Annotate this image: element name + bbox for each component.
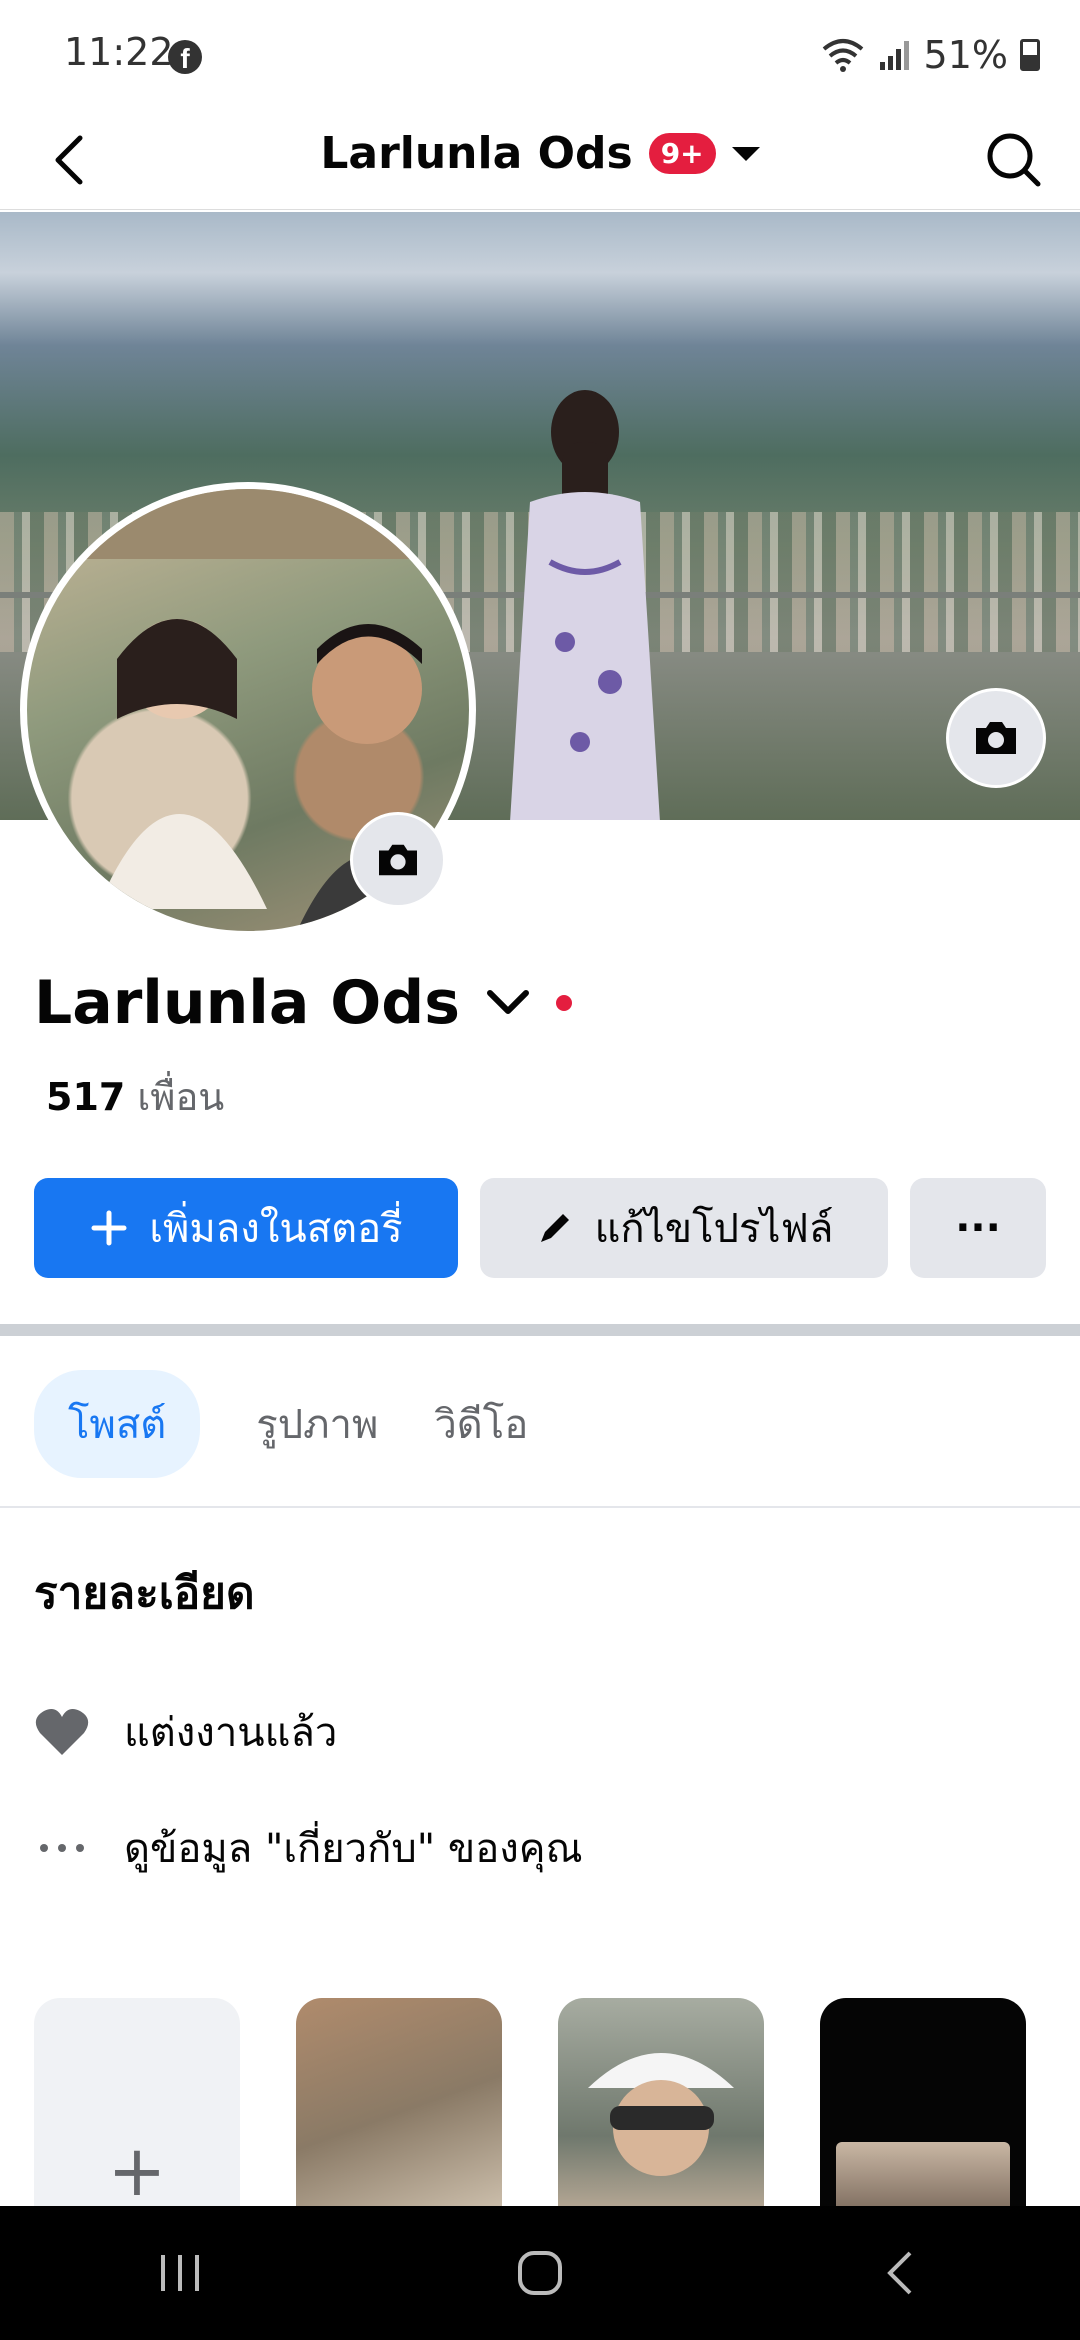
facebook-icon: f <box>168 40 202 74</box>
plus-icon <box>91 1210 127 1246</box>
edit-profile-label: แก้ไขโปรไฟล์ <box>594 1206 834 1252</box>
battery-icon <box>1020 39 1040 71</box>
chevron-down-icon <box>731 146 760 161</box>
friends-label: เพื่อน <box>137 1075 225 1119</box>
tabs-divider <box>0 1506 1080 1508</box>
story-thumbnail <box>588 2053 734 2176</box>
edit-profile-button[interactable]: แก้ไขโปรไฟล์ <box>480 1178 888 1278</box>
story-card[interactable] <box>558 1998 764 2228</box>
detail-about-link[interactable]: ดูข้อมูล "เกี่ยวกับ" ของคุณ <box>34 1816 583 1880</box>
camera-icon <box>976 722 1016 754</box>
profile-name: Larlunla Ods <box>34 968 460 1038</box>
signal-icon <box>879 41 909 70</box>
system-nav-bar <box>0 2206 1080 2340</box>
friends-count[interactable]: 517 เพื่อน <box>46 1066 224 1127</box>
status-time: 11:22 <box>64 30 174 74</box>
camera-icon <box>379 844 417 876</box>
avatar-camera-button[interactable] <box>350 812 446 908</box>
add-story-card[interactable]: + <box>34 1998 240 2228</box>
profile-switcher[interactable]: Larlunla Ods 9+ <box>0 128 1080 179</box>
chevron-down-icon[interactable] <box>482 983 534 1023</box>
story-card[interactable] <box>820 1998 1026 2228</box>
back-icon <box>887 2251 912 2295</box>
section-divider <box>0 1324 1080 1336</box>
add-to-story-button[interactable]: เพิ่มลงในสตอรี่ <box>34 1178 458 1278</box>
recent-apps-icon <box>161 2255 199 2291</box>
detail-relationship-text: แต่งงานแล้ว <box>124 1710 338 1756</box>
notification-badge: 9+ <box>648 133 716 174</box>
friends-number: 517 <box>46 1075 126 1119</box>
cover-person <box>510 390 660 820</box>
status-icons: 51% <box>820 30 1040 80</box>
more-dots-icon: ··· <box>955 1205 1001 1251</box>
battery-percent: 51% <box>923 33 1008 77</box>
tab-photos[interactable]: รูปภาพ <box>256 1370 378 1478</box>
top-nav: Larlunla Ods 9+ <box>0 110 1080 210</box>
add-to-story-label: เพิ่มลงในสตอรี่ <box>149 1206 403 1252</box>
tab-posts[interactable]: โพสต์ <box>34 1370 201 1478</box>
status-dot <box>555 995 572 1011</box>
home-button[interactable] <box>480 2228 600 2318</box>
more-dots-icon <box>34 1820 90 1876</box>
home-icon <box>518 2251 562 2295</box>
profile-name-row: Larlunla Ods <box>34 968 572 1038</box>
detail-relationship: แต่งงานแล้ว <box>34 1700 337 1764</box>
tab-videos[interactable]: วิดีโอ <box>434 1370 528 1478</box>
stories-row: + <box>34 1998 1026 2228</box>
recent-apps-button[interactable] <box>120 2228 240 2318</box>
status-bar: 11:22 f 51% <box>0 0 1080 110</box>
detail-about-text: ดูข้อมูล "เกี่ยวกับ" ของคุณ <box>124 1826 583 1872</box>
profile-actions: เพิ่มลงในสตอรี่ แก้ไขโปรไฟล์ ··· <box>34 1178 1046 1278</box>
plus-icon: + <box>107 2130 167 2212</box>
details-title: รายละเอียด <box>34 1568 255 1619</box>
story-card[interactable] <box>296 1998 502 2228</box>
system-back-button[interactable] <box>840 2228 960 2318</box>
cover-camera-button[interactable] <box>946 688 1046 788</box>
nav-title: Larlunla Ods <box>320 128 633 179</box>
wifi-icon <box>822 39 863 72</box>
search-icon[interactable] <box>978 124 1050 196</box>
profile-tabs: โพสต์ รูปภาพ วิดีโอ <box>34 1370 528 1478</box>
heart-icon <box>34 1704 90 1760</box>
pencil-icon <box>540 1214 569 1242</box>
more-options-button[interactable]: ··· <box>910 1178 1046 1278</box>
